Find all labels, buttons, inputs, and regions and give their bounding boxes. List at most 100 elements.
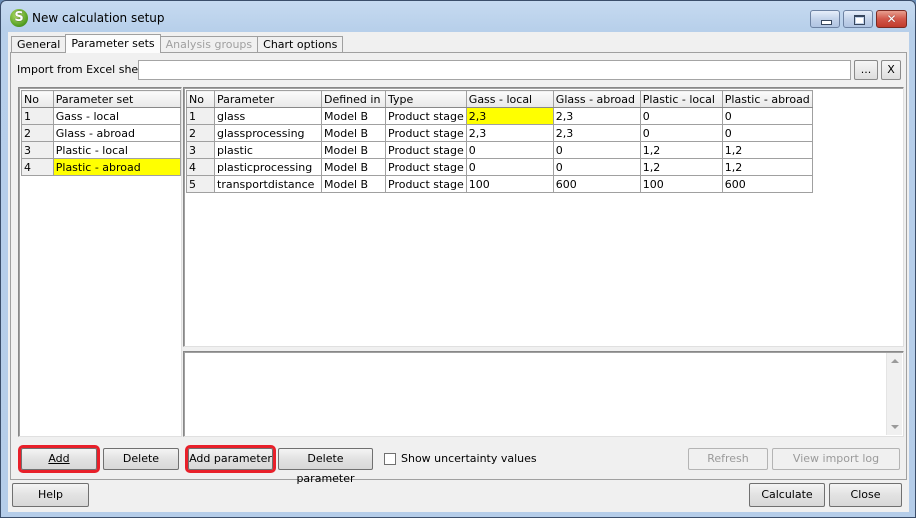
column-header-no[interactable]: No — [186, 90, 215, 108]
column-header-parameter[interactable]: Parameter — [214, 90, 322, 108]
dialog-window: S New calculation setup ✕ General Parame… — [0, 0, 916, 518]
value-cell-plastic-abroad[interactable]: 0 — [721, 124, 813, 142]
value-cell-plastic-local[interactable]: 1,2 — [639, 158, 723, 176]
parameter-sets-table: No Parameter set 1 Gass - local 2 Glass - a… — [21, 90, 182, 176]
column-header-parameter-set[interactable]: Parameter set — [52, 90, 182, 108]
column-header-glass-abroad[interactable]: Glass - abroad — [552, 90, 641, 108]
row-number[interactable]: 5 — [186, 175, 215, 193]
value-cell-gass-local[interactable]: 2,3 — [465, 107, 554, 125]
value-cell-plastic-local[interactable]: 100 — [639, 175, 723, 193]
help-button[interactable]: Help — [12, 483, 89, 507]
close-window-button[interactable]: ✕ — [876, 10, 907, 28]
parameter-row[interactable]: 3 plastic Model B Product stage 0 0 1,2 1,2 — [186, 141, 813, 159]
row-number[interactable]: 3 — [186, 141, 215, 159]
parameter-name-cell[interactable]: glassprocessing — [214, 124, 322, 142]
clear-import-button[interactable]: X — [881, 60, 901, 80]
browse-button[interactable]: ... — [854, 60, 878, 80]
row-number[interactable]: 2 — [186, 124, 215, 142]
value-cell-glass-abroad[interactable]: 2,3 — [552, 124, 641, 142]
parameters-grid[interactable]: No Parameter Defined in Type Gass - local Gla… — [183, 87, 904, 347]
value-cell-gass-local[interactable]: 2,3 — [465, 124, 554, 142]
parameter-set-row[interactable]: 3 Plastic - local — [21, 141, 182, 159]
type-cell[interactable]: Product stage — [385, 141, 467, 159]
tab-general[interactable]: General — [11, 36, 67, 53]
value-cell-gass-local[interactable]: 100 — [465, 175, 554, 193]
parameter-row[interactable]: 4 plasticprocessing Model B Product stage 0 0… — [186, 158, 813, 176]
value-cell-plastic-abroad[interactable]: 0 — [721, 107, 813, 125]
value-cell-glass-abroad[interactable]: 600 — [552, 175, 641, 193]
minimize-button[interactable] — [810, 10, 840, 28]
value-cell-plastic-abroad[interactable]: 1,2 — [721, 141, 813, 159]
add-set-button[interactable]: Add — [18, 445, 100, 473]
column-header-plastic-abroad[interactable]: Plastic - abroad — [721, 90, 813, 108]
parameter-set-row[interactable]: 1 Gass - local — [21, 107, 182, 125]
type-cell[interactable]: Product stage — [385, 175, 467, 193]
parameter-row[interactable]: 1 glass Model B Product stage 2,3 2,3 0 0 — [186, 107, 813, 125]
scroll-up-arrow-icon[interactable] — [891, 359, 899, 363]
defined-in-cell[interactable]: Model B — [321, 158, 386, 176]
type-cell[interactable]: Product stage — [385, 124, 467, 142]
title-bar[interactable]: S New calculation setup ✕ — [1, 1, 915, 33]
tab-strip: General Parameter sets Analysis groups C… — [11, 34, 344, 53]
value-cell-plastic-local[interactable]: 0 — [639, 107, 723, 125]
parameter-sets-panel: Import from Excel sheet ... X No Paramet… — [10, 52, 907, 485]
show-uncertainty-label[interactable]: Show uncertainty values — [401, 452, 537, 465]
row-number[interactable]: 4 — [186, 158, 215, 176]
column-header-type[interactable]: Type — [385, 90, 467, 108]
comment-textarea[interactable] — [183, 351, 904, 437]
column-header-no[interactable]: No — [21, 90, 54, 108]
add-label: Add — [48, 452, 70, 465]
parameter-row[interactable]: 5 transportdistance Model B Product stage 10… — [186, 175, 813, 193]
parameter-sets-grid[interactable]: No Parameter set 1 Gass - local 2 Glass - a… — [18, 87, 182, 437]
calculate-button[interactable]: Calculate — [749, 483, 825, 507]
defined-in-cell[interactable]: Model B — [321, 175, 386, 193]
value-cell-plastic-local[interactable]: 1,2 — [639, 141, 723, 159]
column-header-gass-local[interactable]: Gass - local — [465, 90, 554, 108]
parameter-name-cell[interactable]: glass — [214, 107, 322, 125]
parameter-set-name-cell[interactable]: Gass - local — [52, 107, 182, 125]
add-parameter-button[interactable]: Add parameter — [185, 445, 276, 473]
parameter-set-name-cell[interactable]: Glass - abroad — [52, 124, 182, 142]
row-number[interactable]: 1 — [186, 107, 215, 125]
maximize-button[interactable] — [843, 10, 873, 28]
value-cell-glass-abroad[interactable]: 0 — [552, 158, 641, 176]
value-cell-plastic-abroad[interactable]: 1,2 — [721, 158, 813, 176]
scroll-down-arrow-icon[interactable] — [891, 425, 899, 429]
value-cell-glass-abroad[interactable]: 2,3 — [552, 107, 641, 125]
defined-in-cell[interactable]: Model B — [321, 107, 386, 125]
parameter-name-cell[interactable]: plastic — [214, 141, 322, 159]
parameter-set-row[interactable]: 2 Glass - abroad — [21, 124, 182, 142]
vertical-scrollbar[interactable] — [886, 353, 902, 435]
delete-set-button[interactable]: Delete — [103, 448, 179, 470]
parameter-set-row[interactable]: 4 Plastic - abroad — [21, 158, 182, 176]
show-uncertainty-checkbox[interactable] — [384, 453, 396, 465]
row-number[interactable]: 2 — [21, 124, 54, 142]
view-import-log-button: View import log — [772, 448, 900, 470]
type-cell[interactable]: Product stage — [385, 107, 467, 125]
tab-chart-options[interactable]: Chart options — [257, 36, 344, 53]
tab-parameter-sets[interactable]: Parameter sets — [65, 34, 161, 53]
parameter-row[interactable]: 2 glassprocessing Model B Product stage 2,3 2… — [186, 124, 813, 142]
parameter-set-name-cell[interactable]: Plastic - local — [52, 141, 182, 159]
close-button[interactable]: Close — [829, 483, 902, 507]
parameter-name-cell[interactable]: plasticprocessing — [214, 158, 322, 176]
type-cell[interactable]: Product stage — [385, 158, 467, 176]
refresh-button: Refresh — [688, 448, 768, 470]
row-number[interactable]: 4 — [21, 158, 54, 176]
value-cell-gass-local[interactable]: 0 — [465, 141, 554, 159]
value-cell-glass-abroad[interactable]: 0 — [552, 141, 641, 159]
value-cell-gass-local[interactable]: 0 — [465, 158, 554, 176]
import-excel-input[interactable] — [138, 60, 851, 80]
row-number[interactable]: 3 — [21, 141, 54, 159]
import-excel-label: Import from Excel sheet — [17, 63, 150, 76]
row-number[interactable]: 1 — [21, 107, 54, 125]
value-cell-plastic-local[interactable]: 0 — [639, 124, 723, 142]
column-header-plastic-local[interactable]: Plastic - local — [639, 90, 723, 108]
parameter-set-name-cell[interactable]: Plastic - abroad — [52, 158, 182, 176]
column-header-defined-in[interactable]: Defined in — [321, 90, 386, 108]
value-cell-plastic-abroad[interactable]: 600 — [721, 175, 813, 193]
defined-in-cell[interactable]: Model B — [321, 124, 386, 142]
defined-in-cell[interactable]: Model B — [321, 141, 386, 159]
delete-parameter-button[interactable]: Delete parameter — [278, 448, 373, 485]
parameter-name-cell[interactable]: transportdistance — [214, 175, 322, 193]
